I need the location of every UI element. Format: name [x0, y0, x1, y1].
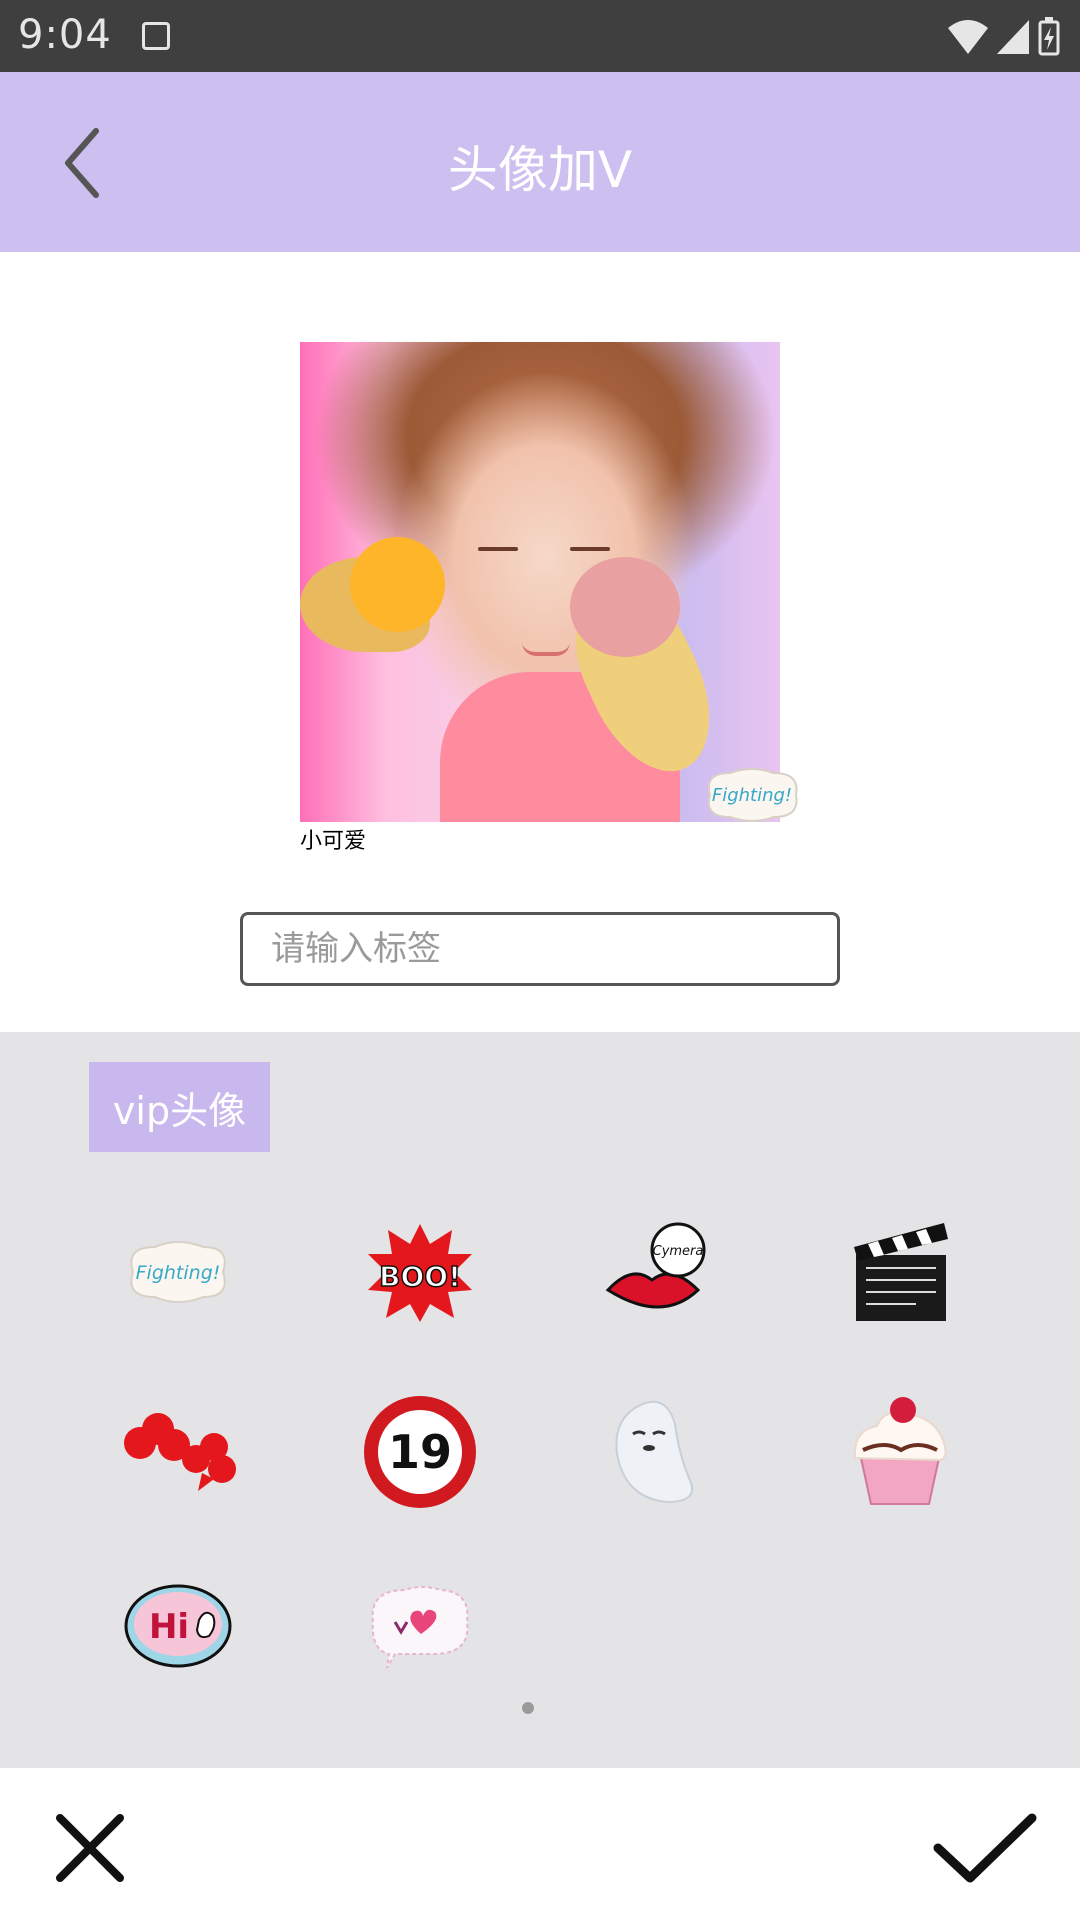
avatar-preview-image: [300, 342, 780, 822]
fighting-sticker[interactable]: Fighting!: [118, 1212, 238, 1332]
svg-text:Fighting!: Fighting!: [136, 1262, 221, 1284]
battery-icon: [1038, 17, 1060, 56]
page-indicator-dot: [522, 1702, 534, 1714]
tag-input[interactable]: [240, 912, 840, 986]
boo-sticker[interactable]: BOO!: [360, 1212, 480, 1332]
app-bar: 头像加V: [0, 72, 1080, 252]
clover-speech-sticker[interactable]: [118, 1392, 238, 1512]
age-19-sticker[interactable]: 19: [360, 1392, 480, 1512]
status-icons: [946, 16, 1062, 56]
cancel-button[interactable]: [50, 1808, 130, 1888]
status-time: 9:04: [18, 12, 112, 58]
screen: 9:04 头像加V Fighting! 小可爱 请输入标签 vip头像 Figh…: [0, 0, 1080, 1920]
applied-sticker[interactable]: Fighting!: [700, 765, 804, 825]
applied-sticker-text: Fighting!: [712, 785, 792, 806]
page-title: 头像加V: [447, 141, 633, 199]
photo-eye-left: [478, 547, 518, 551]
checkmark-icon: [933, 1813, 1037, 1883]
svg-text:Cymera: Cymera: [653, 1244, 704, 1259]
wifi-icon: [947, 20, 988, 54]
close-icon: [56, 1814, 124, 1882]
photo-eye-right: [570, 547, 610, 551]
clapperboard-sticker[interactable]: [840, 1212, 960, 1332]
svg-text:BOO!: BOO!: [379, 1260, 461, 1293]
photo-ice-cream-scoop-right: [570, 557, 680, 657]
svg-text:19: 19: [388, 1425, 452, 1479]
photo-ice-cream-scoop-left: [350, 537, 445, 632]
preview-caption: 小可爱: [300, 829, 367, 854]
hi-sticker[interactable]: Hi: [118, 1567, 238, 1687]
ghost-sticker[interactable]: [600, 1392, 720, 1512]
svg-text:Hi: Hi: [149, 1607, 189, 1647]
cymera-lips-sticker[interactable]: Cymera: [600, 1212, 720, 1332]
photo-mouth: [522, 642, 570, 656]
status-bar: 9:04: [0, 0, 1080, 72]
heart-bubble-sticker[interactable]: [360, 1567, 480, 1687]
app-notification-icon: [142, 22, 170, 50]
cupcake-sticker[interactable]: [840, 1392, 960, 1512]
bottom-bar: [0, 1768, 1080, 1920]
category-tab-vip[interactable]: vip头像: [89, 1062, 270, 1152]
cell-signal-icon: [996, 20, 1029, 54]
sticker-panel: vip头像 Fighting! BOO! Cymera 19 Hi: [0, 1032, 1080, 1768]
confirm-button[interactable]: [930, 1808, 1040, 1888]
